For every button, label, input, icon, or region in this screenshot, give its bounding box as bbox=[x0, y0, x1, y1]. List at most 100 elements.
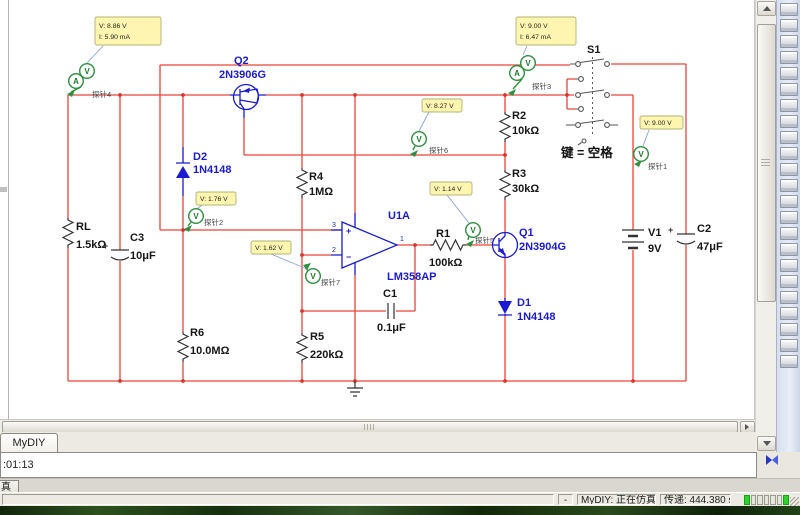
opamp-u1a[interactable] bbox=[331, 213, 397, 275]
progress-segment bbox=[777, 495, 783, 505]
probe7-label: 探针7 bbox=[321, 277, 340, 287]
instrument-icon[interactable] bbox=[780, 83, 798, 96]
schematic: V: 8.86 V I: 5.90 mA V: 9.00 V I: 6.47 m… bbox=[0, 0, 755, 419]
d2-value: 1N4148 bbox=[193, 164, 232, 176]
c2-ref: C2 bbox=[697, 223, 711, 235]
u1a-minus-sign: − bbox=[346, 252, 351, 262]
resistor-r6 bbox=[178, 332, 188, 362]
probe3-v-glyph: V bbox=[525, 59, 531, 68]
c3-ref: C3 bbox=[130, 232, 144, 244]
s1-key-hint: 键 = 空格 bbox=[560, 145, 613, 160]
horizontal-scrollbar[interactable] bbox=[0, 419, 755, 433]
status-elapsed: 传递: 444.380 s bbox=[660, 494, 731, 505]
probe1-label: 探针1 bbox=[648, 161, 667, 171]
rl-value: 1.5kΩ bbox=[76, 239, 106, 251]
c3-polarity: + bbox=[103, 241, 108, 251]
transistor-q2[interactable] bbox=[230, 85, 266, 119]
r6-value: 10.0MΩ bbox=[190, 345, 230, 357]
component-labels: Q2 2N3906G D2 1N4148 U1A LM358AP Q1 2N39… bbox=[76, 44, 723, 361]
probe2-voltage: V: 1.76 V bbox=[200, 196, 228, 203]
probe4-current: I: 5.90 mA bbox=[99, 34, 130, 41]
switch-s1[interactable] bbox=[566, 57, 618, 145]
progress-segment bbox=[757, 495, 763, 505]
instrument-icon[interactable] bbox=[780, 51, 798, 64]
tab-mydiy[interactable]: MyDIY bbox=[0, 433, 58, 452]
capacitor-c2 bbox=[677, 234, 695, 244]
status-sim-state: MyDIY: 正在仿真... bbox=[577, 494, 656, 505]
probe4[interactable]: A V bbox=[67, 64, 94, 97]
probe3-current: I: 6.47 mA bbox=[520, 34, 551, 41]
simulation-time-bar: :01:13 bbox=[0, 452, 757, 478]
instrument-icon[interactable] bbox=[780, 99, 798, 112]
instrument-icon[interactable] bbox=[780, 195, 798, 208]
u1a-pin1: 1 bbox=[400, 236, 404, 243]
instrument-icon[interactable] bbox=[780, 275, 798, 288]
capacitor-c3 bbox=[111, 250, 129, 260]
vertical-scrollbar[interactable] bbox=[755, 0, 776, 451]
c1-value: 0.1μF bbox=[377, 322, 406, 334]
instrument-toolbar bbox=[776, 0, 800, 452]
c2-value: 47μF bbox=[697, 241, 723, 253]
ground-symbol bbox=[347, 381, 363, 396]
s1-ref: S1 bbox=[587, 44, 600, 56]
probe1-v-glyph: V bbox=[638, 150, 644, 159]
simulation-time: :01:13 bbox=[3, 459, 34, 471]
instrument-icon[interactable] bbox=[780, 291, 798, 304]
instrument-icon[interactable] bbox=[780, 323, 798, 336]
instrument-icon[interactable] bbox=[780, 259, 798, 272]
rl-ref: RL bbox=[76, 221, 91, 233]
q1-ref: Q1 bbox=[519, 227, 534, 239]
v1-value: 9V bbox=[648, 243, 662, 255]
r4-ref: R4 bbox=[309, 171, 324, 183]
instrument-icon[interactable] bbox=[780, 227, 798, 240]
canvas-left-tick bbox=[0, 187, 7, 192]
c1-ref: C1 bbox=[383, 288, 397, 300]
instrument-icon[interactable] bbox=[780, 339, 798, 352]
probe3-a-glyph: A bbox=[514, 69, 520, 78]
instrument-icon[interactable] bbox=[780, 147, 798, 160]
transistor-q1[interactable] bbox=[492, 233, 518, 258]
instrument-icon[interactable] bbox=[780, 355, 798, 368]
instrument-icon[interactable] bbox=[780, 179, 798, 192]
r6-ref: R6 bbox=[190, 327, 204, 339]
probe7[interactable]: V bbox=[303, 263, 320, 283]
progress-segment bbox=[770, 495, 776, 505]
instrument-icon[interactable] bbox=[780, 131, 798, 144]
probe2-v-glyph: V bbox=[193, 212, 199, 221]
d1-value: 1N4148 bbox=[517, 311, 556, 323]
diode-d2[interactable] bbox=[176, 147, 190, 196]
vertical-scroll-thumb[interactable] bbox=[757, 24, 776, 302]
diode-d1[interactable] bbox=[498, 298, 512, 316]
instrument-icon[interactable] bbox=[780, 211, 798, 224]
probe2-label: 探针2 bbox=[204, 217, 223, 227]
canvas-left-border bbox=[8, 0, 9, 419]
instrument-icon[interactable] bbox=[780, 67, 798, 80]
design-toolbox-icon[interactable] bbox=[764, 452, 780, 468]
instrument-icon[interactable] bbox=[780, 163, 798, 176]
scroll-down-button[interactable] bbox=[757, 436, 776, 451]
probe2[interactable]: V bbox=[184, 209, 203, 232]
instrument-icon[interactable] bbox=[780, 3, 798, 16]
instrument-icon[interactable] bbox=[780, 35, 798, 48]
resistor-r5 bbox=[297, 333, 307, 363]
instrument-icon[interactable] bbox=[780, 115, 798, 128]
resize-grip[interactable] bbox=[790, 497, 799, 506]
instrument-icon[interactable] bbox=[780, 243, 798, 256]
probe6-label: 探针6 bbox=[429, 145, 448, 155]
progress-segment bbox=[751, 495, 757, 505]
resistor-rl bbox=[63, 218, 73, 248]
probe5-label: 探针5 bbox=[475, 235, 494, 245]
scroll-up-button[interactable] bbox=[757, 1, 776, 16]
probe6-voltage: V: 8.27 V bbox=[426, 103, 454, 110]
instrument-icon[interactable] bbox=[780, 19, 798, 32]
u1a-pin3: 3 bbox=[332, 222, 336, 229]
probe1-voltage: V: 9.00 V bbox=[644, 120, 672, 127]
sheet-tab-bar: MyDIY bbox=[0, 432, 756, 453]
schematic-canvas[interactable]: V: 8.86 V I: 5.90 mA V: 9.00 V I: 6.47 m… bbox=[0, 0, 755, 419]
instrument-icon[interactable] bbox=[780, 307, 798, 320]
probe1[interactable]: V bbox=[634, 147, 649, 167]
probe5-v-glyph: V bbox=[470, 226, 476, 235]
probe6[interactable]: V bbox=[410, 132, 426, 157]
probe7-v-glyph: V bbox=[310, 272, 316, 281]
c2-polarity: + bbox=[668, 225, 673, 235]
